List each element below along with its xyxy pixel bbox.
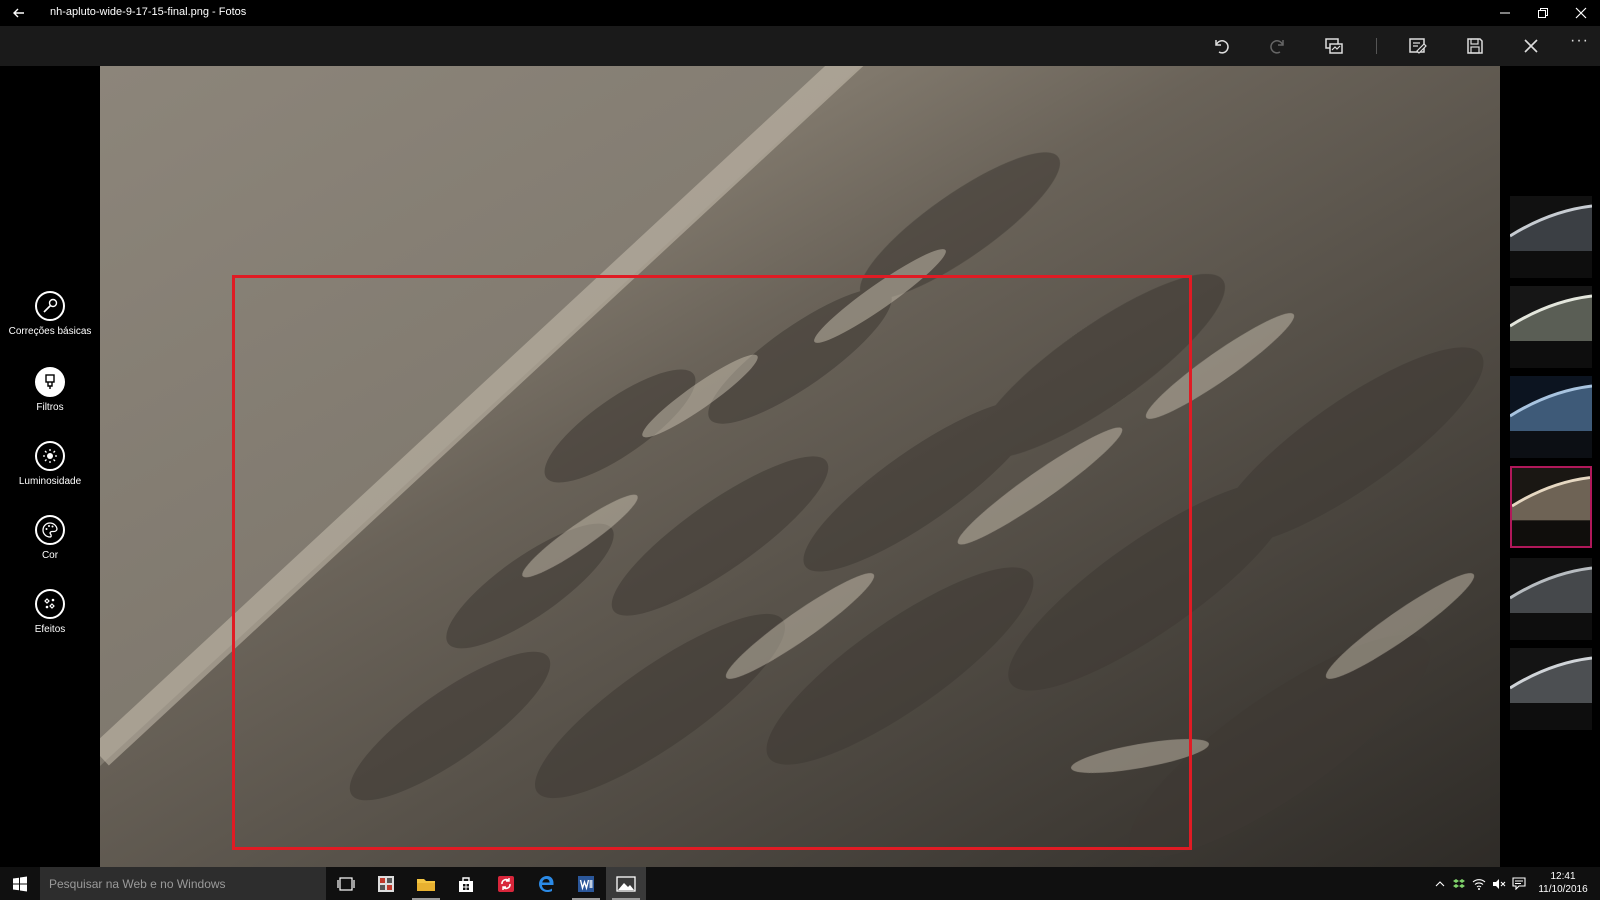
tool-filters[interactable]: Filtros	[0, 367, 100, 413]
cancel-icon[interactable]	[1518, 34, 1544, 58]
search-placeholder: Pesquisar na Web e no Windows	[49, 877, 226, 891]
dropbox-tray-icon[interactable]	[1450, 867, 1468, 900]
sync-app-icon[interactable]	[486, 867, 526, 900]
filter-thumbnail[interactable]	[1510, 196, 1592, 278]
task-view-icon[interactable]	[326, 867, 366, 900]
sun-icon	[35, 441, 65, 471]
wifi-icon[interactable]	[1470, 867, 1488, 900]
undo-icon[interactable]	[1208, 34, 1234, 58]
store-icon[interactable]	[446, 867, 486, 900]
photo-canvas[interactable]	[100, 66, 1500, 867]
toolbar-separator	[1376, 38, 1377, 54]
more-options-icon[interactable]: ···	[1570, 32, 1589, 50]
minimize-icon[interactable]	[1486, 0, 1524, 26]
word-icon[interactable]	[566, 867, 606, 900]
windows-start-icon[interactable]	[6, 872, 34, 896]
app-icon[interactable]	[366, 867, 406, 900]
clock-date: 11/10/2016	[1538, 884, 1588, 895]
photos-icon[interactable]	[606, 867, 646, 900]
file-explorer-icon[interactable]	[406, 867, 446, 900]
clock[interactable]: 12:41 11/10/2016	[1528, 870, 1598, 896]
restore-icon[interactable]	[1524, 0, 1562, 26]
tool-effects[interactable]: Efeitos	[0, 589, 100, 635]
tool-color[interactable]: Cor	[0, 515, 100, 561]
taskbar: Pesquisar na Web e no Windows 12:41 11/1…	[0, 867, 1600, 900]
tool-label: Efeitos	[34, 624, 66, 635]
title-bar: nh-apluto-wide-9-17-15-final.png - Fotos	[0, 0, 1600, 26]
filters-strip	[1500, 66, 1600, 867]
edit-toolbar: ···	[0, 26, 1600, 66]
effects-icon	[35, 589, 65, 619]
redo-icon[interactable]	[1265, 34, 1291, 58]
tool-basic-corrections[interactable]: Correções básicas	[0, 291, 100, 337]
filter-thumbnail[interactable]	[1510, 376, 1592, 458]
wrench-icon	[35, 291, 65, 321]
volume-muted-icon[interactable]	[1490, 867, 1508, 900]
tool-label: Cor	[41, 550, 59, 561]
chevron-up-icon[interactable]	[1432, 867, 1448, 900]
selection-rectangle	[232, 275, 1192, 850]
clock-time: 12:41	[1550, 871, 1576, 882]
tool-label: Correções básicas	[8, 326, 92, 337]
compare-icon[interactable]	[1321, 34, 1347, 58]
save-copy-icon[interactable]	[1405, 34, 1431, 58]
filter-thumbnail-selected[interactable]	[1510, 466, 1592, 548]
palette-icon	[35, 515, 65, 545]
edge-icon[interactable]	[526, 867, 566, 900]
filter-thumbnail[interactable]	[1510, 558, 1592, 640]
action-center-icon[interactable]	[1510, 867, 1528, 900]
edit-tools-panel: Correções básicas Filtros Luminosidade C…	[0, 66, 100, 867]
tool-label: Luminosidade	[18, 476, 82, 487]
back-arrow-icon[interactable]	[8, 2, 30, 24]
save-icon[interactable]	[1462, 34, 1488, 58]
close-icon[interactable]	[1562, 0, 1600, 26]
filter-thumbnail[interactable]	[1510, 648, 1592, 730]
filter-thumbnail[interactable]	[1510, 286, 1592, 368]
tool-label: Filtros	[36, 402, 64, 413]
tool-brightness[interactable]: Luminosidade	[0, 441, 100, 487]
search-box[interactable]: Pesquisar na Web e no Windows	[40, 867, 326, 900]
window-title: nh-apluto-wide-9-17-15-final.png - Fotos	[50, 6, 247, 18]
brush-icon	[35, 367, 65, 397]
